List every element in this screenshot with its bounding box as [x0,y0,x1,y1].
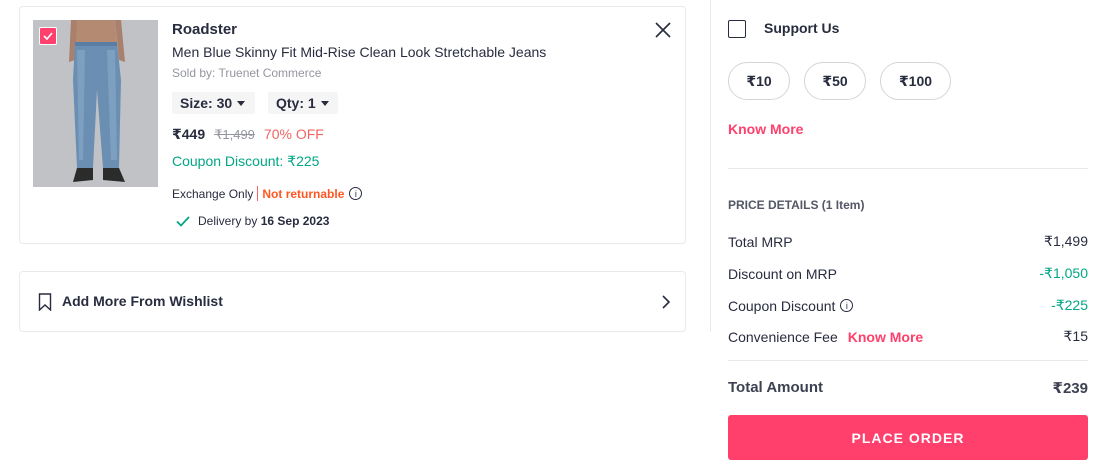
total-amount-row: Total Amount ₹239 [728,379,1088,397]
info-icon[interactable]: i [840,299,854,312]
product-image[interactable] [33,20,158,187]
mrp-price: ₹1,499 [214,127,255,142]
close-icon[interactable] [653,20,673,40]
discount-percent: 70% OFF [263,126,324,142]
donation-10-button[interactable]: ₹10 [728,62,790,100]
row-value: ₹15 [1063,328,1088,344]
row-value: -₹1,050 [1039,265,1088,281]
discount-mrp-row: Discount on MRP -₹1,050 [728,265,1088,282]
total-label: Total Amount [728,379,823,396]
info-icon[interactable]: i [349,187,363,200]
divider [728,168,1088,169]
bookmark-icon [38,293,52,311]
product-brand: Roadster [172,21,238,38]
caret-down-icon [320,100,329,106]
delivery-prefix: Delivery by [198,214,258,228]
support-know-more-link[interactable]: Know More [728,121,803,137]
row-label: Discount on MRP [728,265,837,282]
row-label: Convenience Fee [728,328,838,345]
add-from-wishlist[interactable]: Add More From Wishlist [19,271,686,332]
size-label: Size: 30 [180,95,233,111]
coupon-discount: Coupon Discount: ₹225 [172,153,320,169]
donation-50-button[interactable]: ₹50 [804,62,866,100]
qty-label: Qty: 1 [276,95,316,111]
cart-item-card: Roadster Men Blue Skinny Fit Mid-Rise Cl… [19,6,686,244]
not-returnable-label: Not returnable [262,186,345,201]
delivery-info: Delivery by 16 Sep 2023 [176,214,329,228]
return-policy: Exchange Only Not returnable i [172,186,363,201]
total-mrp-row: Total MRP ₹1,499 [728,233,1088,250]
check-icon [176,215,190,227]
fee-know-more-link[interactable]: Know More [848,329,923,345]
chevron-right-icon [662,295,671,309]
size-selector[interactable]: Size: 30 [172,92,255,114]
checkbox-checked-icon[interactable] [39,27,57,45]
qty-selector[interactable]: Qty: 1 [268,92,338,114]
wishlist-label: Add More From Wishlist [62,293,223,309]
price-details-header: PRICE DETAILS (1 Item) [728,198,865,212]
support-checkbox[interactable] [728,20,746,38]
place-order-button[interactable]: PLACE ORDER [728,415,1088,460]
row-label: Coupon Discount [728,297,836,314]
support-label: Support Us [764,20,840,36]
caret-down-icon [237,100,246,106]
seller-name: Sold by: Truenet Commerce [172,66,322,80]
total-value: ₹239 [1052,380,1088,397]
row-value: -₹225 [1051,297,1088,313]
price-row: ₹449 ₹1,499 70% OFF [172,126,324,143]
delivery-date: 16 Sep 2023 [260,214,330,228]
product-name[interactable]: Men Blue Skinny Fit Mid-Rise Clean Look … [172,44,546,60]
divider [728,360,1088,361]
exchange-label: Exchange Only [172,186,254,201]
column-divider [710,0,711,332]
coupon-discount-row: Coupon Discount i -₹225 [728,297,1088,314]
row-label: Total MRP [728,233,793,250]
row-value: ₹1,499 [1044,233,1088,249]
selling-price: ₹449 [172,126,206,142]
divider [257,186,259,201]
donation-100-button[interactable]: ₹100 [880,62,951,100]
convenience-fee-row: Convenience Fee Know More ₹15 [728,328,1088,345]
